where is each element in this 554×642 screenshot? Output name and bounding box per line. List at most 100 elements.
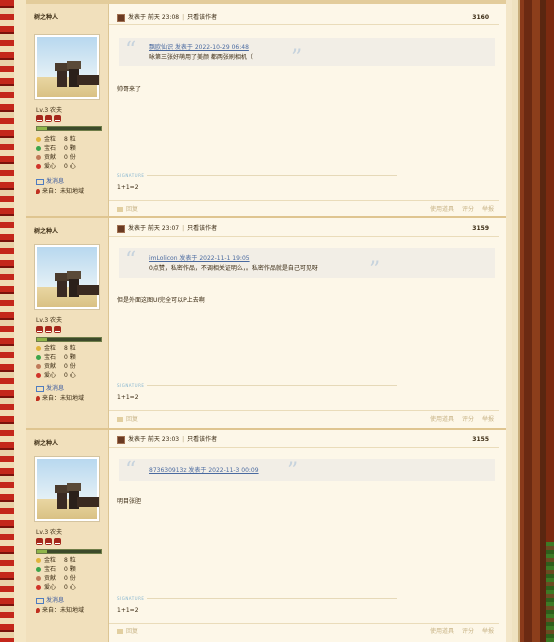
experience-bar <box>36 126 102 131</box>
gold-coin-icon <box>36 558 41 563</box>
medal-icon[interactable] <box>54 538 61 545</box>
location: 来自：未知地域 <box>36 606 84 616</box>
only-author-link[interactable]: 只看该作者 <box>187 436 217 443</box>
report-link[interactable]: 举报 <box>482 416 494 423</box>
rate-link[interactable]: 评分 <box>462 416 474 423</box>
author-name[interactable]: 树之种人 <box>34 12 58 21</box>
mail-icon <box>36 385 44 392</box>
author-sidebar: 树之种人 Lv.3 农夫 金粒 8 粒 宝石 0 颗 贡献 0 份 爱心 0 心 发消息… <box>26 4 109 216</box>
author-small-icon <box>117 13 125 22</box>
report-link[interactable]: 举报 <box>482 206 494 213</box>
medal-icon[interactable] <box>54 115 61 122</box>
location-pin-icon <box>36 608 40 613</box>
quote-source-link[interactable]: 飘欧仙识 发表于 2022-10-29 06:48 <box>149 42 249 51</box>
medal-badges <box>36 115 63 124</box>
floor-number[interactable]: 3160 <box>472 13 489 23</box>
author-small-icon <box>117 224 125 233</box>
author-sidebar: 树之种人 Lv.3 农夫 金粒 8 粒 宝石 0 颗 贡献 0 份 爱心 0 心 发消息… <box>26 430 109 642</box>
quote-block: “ imLolicon 发表于 2022-11-1 19:05 0点赞，私密作品… <box>119 248 495 282</box>
medal-icon[interactable] <box>45 115 52 122</box>
signature-label: SIGNATURE <box>117 173 145 178</box>
use-item-link[interactable]: 使用道具 <box>430 628 454 635</box>
report-link[interactable]: 举报 <box>482 628 494 635</box>
open-quote-icon: “ <box>125 458 137 483</box>
reply-button[interactable]: 回复 <box>117 204 138 213</box>
medal-badges <box>36 538 63 547</box>
medal-icon[interactable] <box>36 538 43 545</box>
quote-block: “ 飘欧仙识 发表于 2022-10-29 06:48 咏第三张好萌用了美颜 都… <box>119 38 495 70</box>
mail-icon <box>36 178 44 185</box>
gem-icon <box>36 567 41 572</box>
left-rope-border <box>0 0 14 642</box>
gold-coin-icon <box>36 137 41 142</box>
avatar[interactable] <box>34 244 100 310</box>
quote-source-link[interactable]: imLolicon 发表于 2022-11-1 19:05 <box>149 253 250 262</box>
user-stats: 金粒 8 粒 宝石 0 颗 贡献 0 份 爱心 0 心 发消息 来自：未知地域 <box>36 344 84 404</box>
send-message-link[interactable]: 发消息 <box>36 384 84 394</box>
right-decorative-border <box>512 0 554 642</box>
author-name[interactable]: 树之种人 <box>34 226 58 235</box>
post: 树之种人 Lv.3 农夫 金粒 8 粒 宝石 0 颗 贡献 0 份 爱心 0 心 发消息… <box>26 430 506 642</box>
post-header: 发表于 前天 23:03 | 只看该作者 3155 <box>117 435 499 445</box>
heart-icon <box>36 585 41 590</box>
close-quote-icon: ” <box>291 46 303 71</box>
open-quote-icon: “ <box>125 248 137 273</box>
quote-source-link[interactable]: 873630913z 发表于 2022-11-3 00:09 <box>149 465 259 474</box>
author-name[interactable]: 树之种人 <box>34 438 58 447</box>
user-stats: 金粒 8 粒 宝石 0 颗 贡献 0 份 爱心 0 心 发消息 来自：未知地域 <box>36 556 84 616</box>
location-pin-icon <box>36 396 40 401</box>
quote-text: 0点赞，私密作品，不调相关证明么，。私密作品就是自己可见呀 <box>149 265 318 272</box>
medal-icon[interactable] <box>36 115 43 122</box>
author-small-icon <box>117 435 125 444</box>
reply-icon <box>117 629 123 634</box>
post-header: 发表于 前天 23:07 | 只看该作者 3159 <box>117 224 499 234</box>
post-time: 发表于 前天 23:08 <box>128 14 180 21</box>
use-item-link[interactable]: 使用道具 <box>430 206 454 213</box>
gem-icon <box>36 146 41 151</box>
post-content: 发表于 前天 23:03 | 只看该作者 3155 “ 873630913z 发表于… <box>109 430 506 642</box>
close-quote-icon: ” <box>369 258 381 283</box>
experience-bar <box>36 549 102 554</box>
medal-icon[interactable] <box>36 326 43 333</box>
post-body: 明目张胆 <box>117 498 142 505</box>
location: 来自：未知地域 <box>36 187 84 197</box>
use-item-link[interactable]: 使用道具 <box>430 416 454 423</box>
post-time: 发表于 前天 23:07 <box>128 225 180 232</box>
rate-link[interactable]: 评分 <box>462 206 474 213</box>
medal-icon[interactable] <box>45 538 52 545</box>
only-author-link[interactable]: 只看该作者 <box>187 14 217 21</box>
heart-icon <box>36 373 41 378</box>
experience-bar <box>36 337 102 342</box>
contribution-icon <box>36 155 41 160</box>
signature: 1+1=2 <box>117 184 139 191</box>
post: 树之种人 Lv.3 农夫 金粒 8 粒 宝石 0 颗 贡献 0 份 爱心 0 心 发消息… <box>26 4 506 216</box>
avatar[interactable] <box>34 34 100 100</box>
post-content: 发表于 前天 23:07 | 只看该作者 3159 “ imLolicon 发表于 … <box>109 218 506 428</box>
medal-icon[interactable] <box>54 326 61 333</box>
heart-icon <box>36 164 41 169</box>
location-pin-icon <box>36 189 40 194</box>
post-actions: 使用道具 评分 举报 <box>422 204 494 213</box>
post-body: 但是外面这图UI完全可以P上去啊 <box>117 297 205 304</box>
medal-icon[interactable] <box>45 326 52 333</box>
floor-number[interactable]: 3155 <box>472 435 489 445</box>
reply-button[interactable]: 回复 <box>117 626 138 635</box>
send-message-link[interactable]: 发消息 <box>36 177 84 187</box>
rate-link[interactable]: 评分 <box>462 628 474 635</box>
reply-icon <box>117 207 123 212</box>
reply-icon <box>117 417 123 422</box>
close-quote-icon: ” <box>287 459 299 484</box>
post-time: 发表于 前天 23:03 <box>128 436 180 443</box>
reply-button[interactable]: 回复 <box>117 414 138 423</box>
send-message-link[interactable]: 发消息 <box>36 596 84 606</box>
signature: 1+1=2 <box>117 607 139 614</box>
avatar[interactable] <box>34 456 100 522</box>
gold-coin-icon <box>36 346 41 351</box>
stat-contribution: 贡献 0 份 <box>36 153 84 162</box>
signature-label: SIGNATURE <box>117 596 145 601</box>
quote-text: 咏第三张好萌用了美颜 都两张刷相机（ <box>149 54 253 61</box>
only-author-link[interactable]: 只看该作者 <box>187 225 217 232</box>
floor-number[interactable]: 3159 <box>472 224 489 234</box>
location: 来自：未知地域 <box>36 394 84 404</box>
medal-badges <box>36 326 63 335</box>
